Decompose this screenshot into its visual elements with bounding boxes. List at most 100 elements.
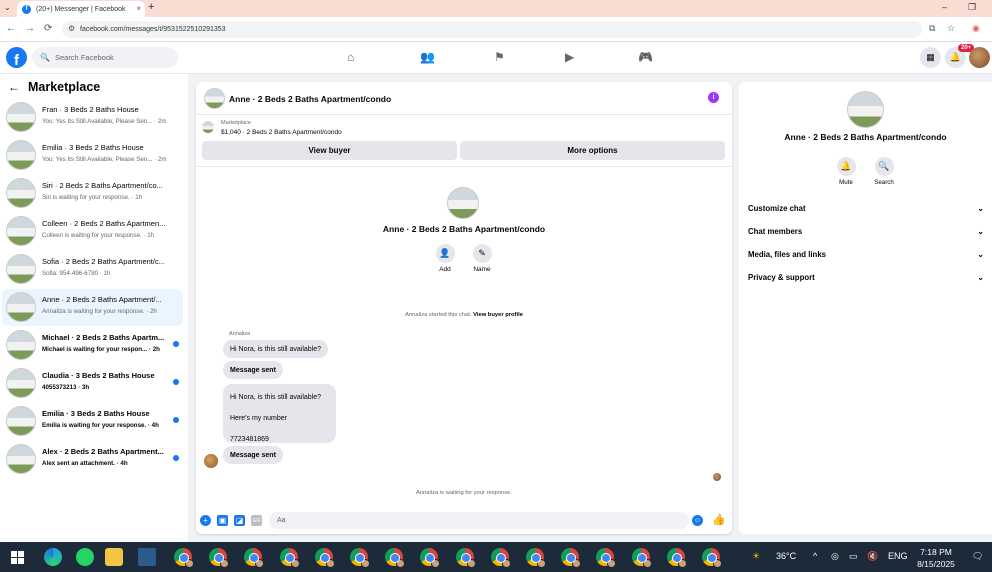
emoji-icon[interactable]: ☺: [692, 515, 703, 526]
chrome-taskbar-icon[interactable]: [209, 548, 230, 568]
minimize-icon[interactable]: –: [942, 2, 947, 12]
url-field[interactable]: ⚙ facebook.com/messages/t/95315225102913…: [62, 21, 922, 38]
gif-icon[interactable]: GIF: [251, 515, 262, 526]
clock[interactable]: 7:18 PM 8/15/2025: [909, 546, 963, 570]
tab-search-icon[interactable]: ⌄: [4, 3, 11, 12]
gaming-icon[interactable]: 🎮: [638, 50, 653, 64]
message-input[interactable]: Aa: [269, 512, 689, 529]
more-options-button[interactable]: More options: [460, 141, 725, 160]
chrome-taskbar-icon[interactable]: [666, 548, 687, 568]
add-person-icon: 👤: [435, 244, 455, 263]
view-buyer-button[interactable]: View buyer: [202, 141, 457, 160]
chrome-taskbar-icon[interactable]: [350, 548, 370, 568]
browser-tab[interactable]: f (20+) Messenger | Facebook ×: [17, 1, 145, 17]
pages-flag-icon[interactable]: ⚑: [494, 50, 505, 64]
chrome-taskbar-icon[interactable]: [526, 548, 546, 568]
restore-icon[interactable]: ❐: [968, 2, 976, 13]
media-files-links-row[interactable]: Media, files and links ⌄: [748, 250, 984, 259]
chat-members-row[interactable]: Chat members ⌄: [748, 227, 984, 236]
search-placeholder: Search Facebook: [54, 53, 114, 62]
windows-start-icon[interactable]: [11, 551, 24, 564]
tray-chevron-icon[interactable]: ^: [813, 551, 817, 561]
language-indicator[interactable]: ENG: [888, 551, 908, 561]
conversation-preview: You: Yes Its Still Available, Please Sen…: [42, 118, 167, 125]
listing-thumbnail: [6, 444, 36, 474]
name-button[interactable]: ✎ Name: [467, 244, 497, 273]
conversation-name: Emilia · 3 Beds 2 Baths House: [42, 143, 144, 152]
back-icon[interactable]: ←: [6, 23, 16, 34]
chat-avatar[interactable]: [204, 88, 225, 109]
search-chat-button[interactable]: 🔍 Search: [866, 157, 902, 186]
video-icon[interactable]: ▶: [565, 50, 574, 64]
chrome-taskbar-icon[interactable]: [279, 548, 300, 568]
plus-icon[interactable]: +: [200, 515, 211, 526]
file-explorer-icon[interactable]: [105, 548, 123, 566]
conversation-item[interactable]: Claudia · 3 Beds 2 Baths House 4055373213…: [2, 365, 183, 402]
chrome-taskbar-icon[interactable]: [385, 548, 406, 568]
conversation-item[interactable]: Alex · 2 Beds 2 Baths Apartment... Alex s…: [2, 441, 183, 478]
row-label: Chat members: [748, 227, 803, 236]
chrome-taskbar-icon[interactable]: [420, 548, 441, 568]
app-icon[interactable]: [138, 548, 156, 566]
whatsapp-icon[interactable]: [76, 548, 94, 566]
new-tab-icon[interactable]: +: [148, 1, 154, 13]
forward-icon[interactable]: →: [25, 23, 35, 34]
edge-icon[interactable]: [44, 548, 62, 566]
bookmark-star-icon[interactable]: ☆: [947, 23, 955, 34]
chrome-taskbar-icon[interactable]: [244, 548, 265, 568]
conversation-item[interactable]: Colleen · 2 Beds 2 Baths Apartmen... Coll…: [2, 213, 183, 250]
thumbs-up-icon[interactable]: 👍: [712, 513, 726, 526]
chrome-taskbar-icon[interactable]: [314, 548, 335, 568]
chrome-taskbar-icon[interactable]: [596, 548, 617, 568]
facebook-search-input[interactable]: 🔍 Search Facebook: [32, 47, 178, 68]
info-icon[interactable]: i: [708, 92, 719, 103]
site-info-icon[interactable]: ⚙: [68, 24, 75, 33]
menu-grid-icon[interactable]: ▦: [920, 47, 941, 68]
facebook-favicon-icon: f: [22, 4, 31, 14]
mute-button[interactable]: 🔔 Mute: [828, 157, 864, 186]
conversation-item[interactable]: Fran · 3 Beds 2 Baths House You: Yes Its …: [2, 99, 183, 136]
account-avatar[interactable]: [969, 47, 990, 68]
friends-icon[interactable]: 👥: [420, 50, 435, 64]
customize-chat-row[interactable]: Customize chat ⌄: [748, 204, 984, 213]
notifications-icon[interactable]: 🗨: [972, 551, 983, 562]
home-icon[interactable]: ⌂: [347, 50, 354, 64]
chrome-taskbar-icon[interactable]: [561, 548, 582, 568]
view-buyer-profile-link[interactable]: View buyer profile: [473, 312, 523, 318]
chrome-taskbar-icon[interactable]: [455, 548, 476, 568]
chat-title[interactable]: Anne · 2 Beds 2 Baths Apartment/condo: [229, 94, 391, 104]
sender-avatar: [204, 454, 218, 468]
sticker-icon[interactable]: ◪: [234, 515, 245, 526]
profile-icon[interactable]: ◉: [972, 23, 980, 34]
add-button[interactable]: 👤 Add: [430, 244, 460, 273]
mute-label: Mute: [839, 179, 853, 186]
reload-icon[interactable]: ⟳: [44, 23, 52, 34]
conversation-item[interactable]: Siri · 2 Beds 2 Baths Apartment/co... Sir…: [2, 175, 183, 212]
install-icon[interactable]: ⧉: [929, 23, 935, 34]
message-composer: + ▣ ◪ GIF Aa ☺ 👍: [196, 508, 732, 534]
tab-close-icon[interactable]: ×: [136, 4, 141, 13]
conversation-name: Anne · 2 Beds 2 Baths Apartment/...: [42, 295, 162, 304]
search-icon: 🔍: [874, 157, 894, 176]
chrome-taskbar-icon[interactable]: [631, 548, 652, 568]
conversation-item[interactable]: Anne · 2 Beds 2 Baths Apartment/... Annal…: [2, 289, 183, 326]
conversation-preview: Colleen is waiting for your response. · …: [42, 232, 155, 239]
message-bubble: Hi Nora, is this still available?: [223, 340, 329, 358]
chrome-taskbar-icon[interactable]: [490, 548, 511, 568]
facebook-logo-icon[interactable]: f: [6, 47, 27, 68]
conversation-item[interactable]: Emilia · 3 Beds 2 Baths House You: Yes It…: [2, 137, 183, 174]
tray-app-icon[interactable]: ◎: [831, 551, 839, 562]
conversation-item[interactable]: Sofia · 2 Beds 2 Baths Apartment/c... Sof…: [2, 251, 183, 288]
privacy-support-row[interactable]: Privacy & support ⌄: [748, 273, 984, 282]
image-icon[interactable]: ▣: [217, 515, 228, 526]
chrome-taskbar-icon[interactable]: [174, 548, 194, 568]
volume-icon[interactable]: 🔇: [867, 551, 878, 562]
chrome-taskbar-icon[interactable]: [702, 548, 722, 568]
conversation-item[interactable]: Emilia · 3 Beds 2 Baths House Emilia is w…: [2, 403, 183, 440]
network-icon[interactable]: ▭: [849, 551, 858, 562]
weather-icon[interactable]: ☀: [752, 551, 760, 562]
listing-thumbnail: [6, 140, 36, 170]
back-arrow-icon[interactable]: ←: [8, 80, 20, 94]
weather-temp[interactable]: 36°C: [776, 551, 796, 561]
conversation-item[interactable]: Michael · 2 Beds 2 Baths Apartm... Michae…: [2, 327, 183, 364]
